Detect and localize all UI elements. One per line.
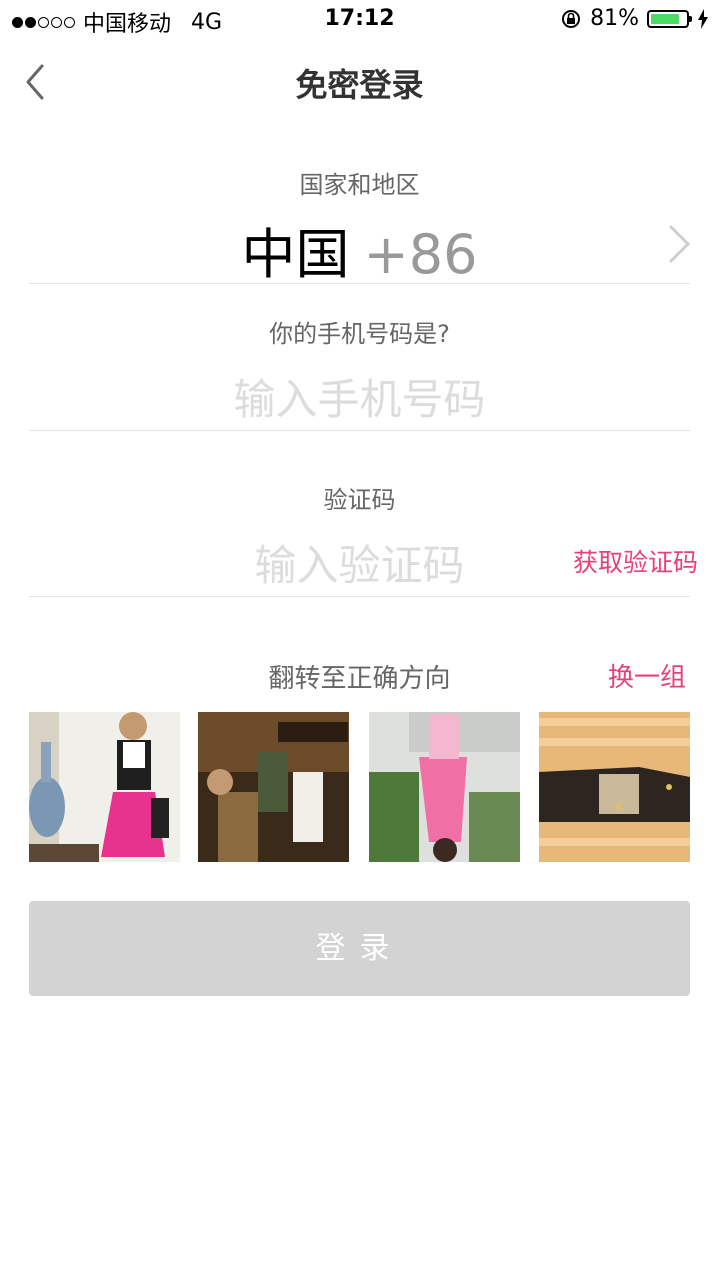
verify-label: 验证码	[323, 486, 396, 514]
charging-bolt-icon	[698, 8, 708, 29]
orientation-lock-icon	[562, 9, 581, 28]
phone-input[interactable]: 输入手机号码	[0, 366, 719, 427]
country-label: 国家和地区	[299, 171, 420, 199]
divider	[29, 430, 690, 431]
country-name: 中国	[241, 223, 350, 286]
status-bar: 中国移动 4G 17:12 81%	[0, 0, 719, 40]
captcha-image-1[interactable]	[29, 712, 180, 862]
login-button[interactable]: 登录	[29, 901, 690, 996]
page-title: 免密登录	[295, 66, 424, 104]
country-selector[interactable]: 中国 +86	[0, 210, 719, 289]
battery-icon	[647, 9, 692, 28]
battery-percent: 81%	[590, 6, 639, 31]
chevron-right-icon[interactable]	[664, 222, 694, 266]
refresh-captcha-button[interactable]: 换一组	[608, 657, 686, 694]
captcha-image-3[interactable]	[369, 712, 520, 862]
captcha-image-4[interactable]	[539, 712, 690, 862]
captcha-image-2[interactable]	[198, 712, 349, 862]
status-right: 81%	[560, 6, 709, 31]
phone-label: 你的手机号码是?	[269, 320, 450, 348]
divider	[29, 596, 690, 597]
divider	[29, 283, 690, 284]
country-code: +86	[363, 223, 478, 286]
get-code-button[interactable]: 获取验证码	[573, 543, 698, 579]
